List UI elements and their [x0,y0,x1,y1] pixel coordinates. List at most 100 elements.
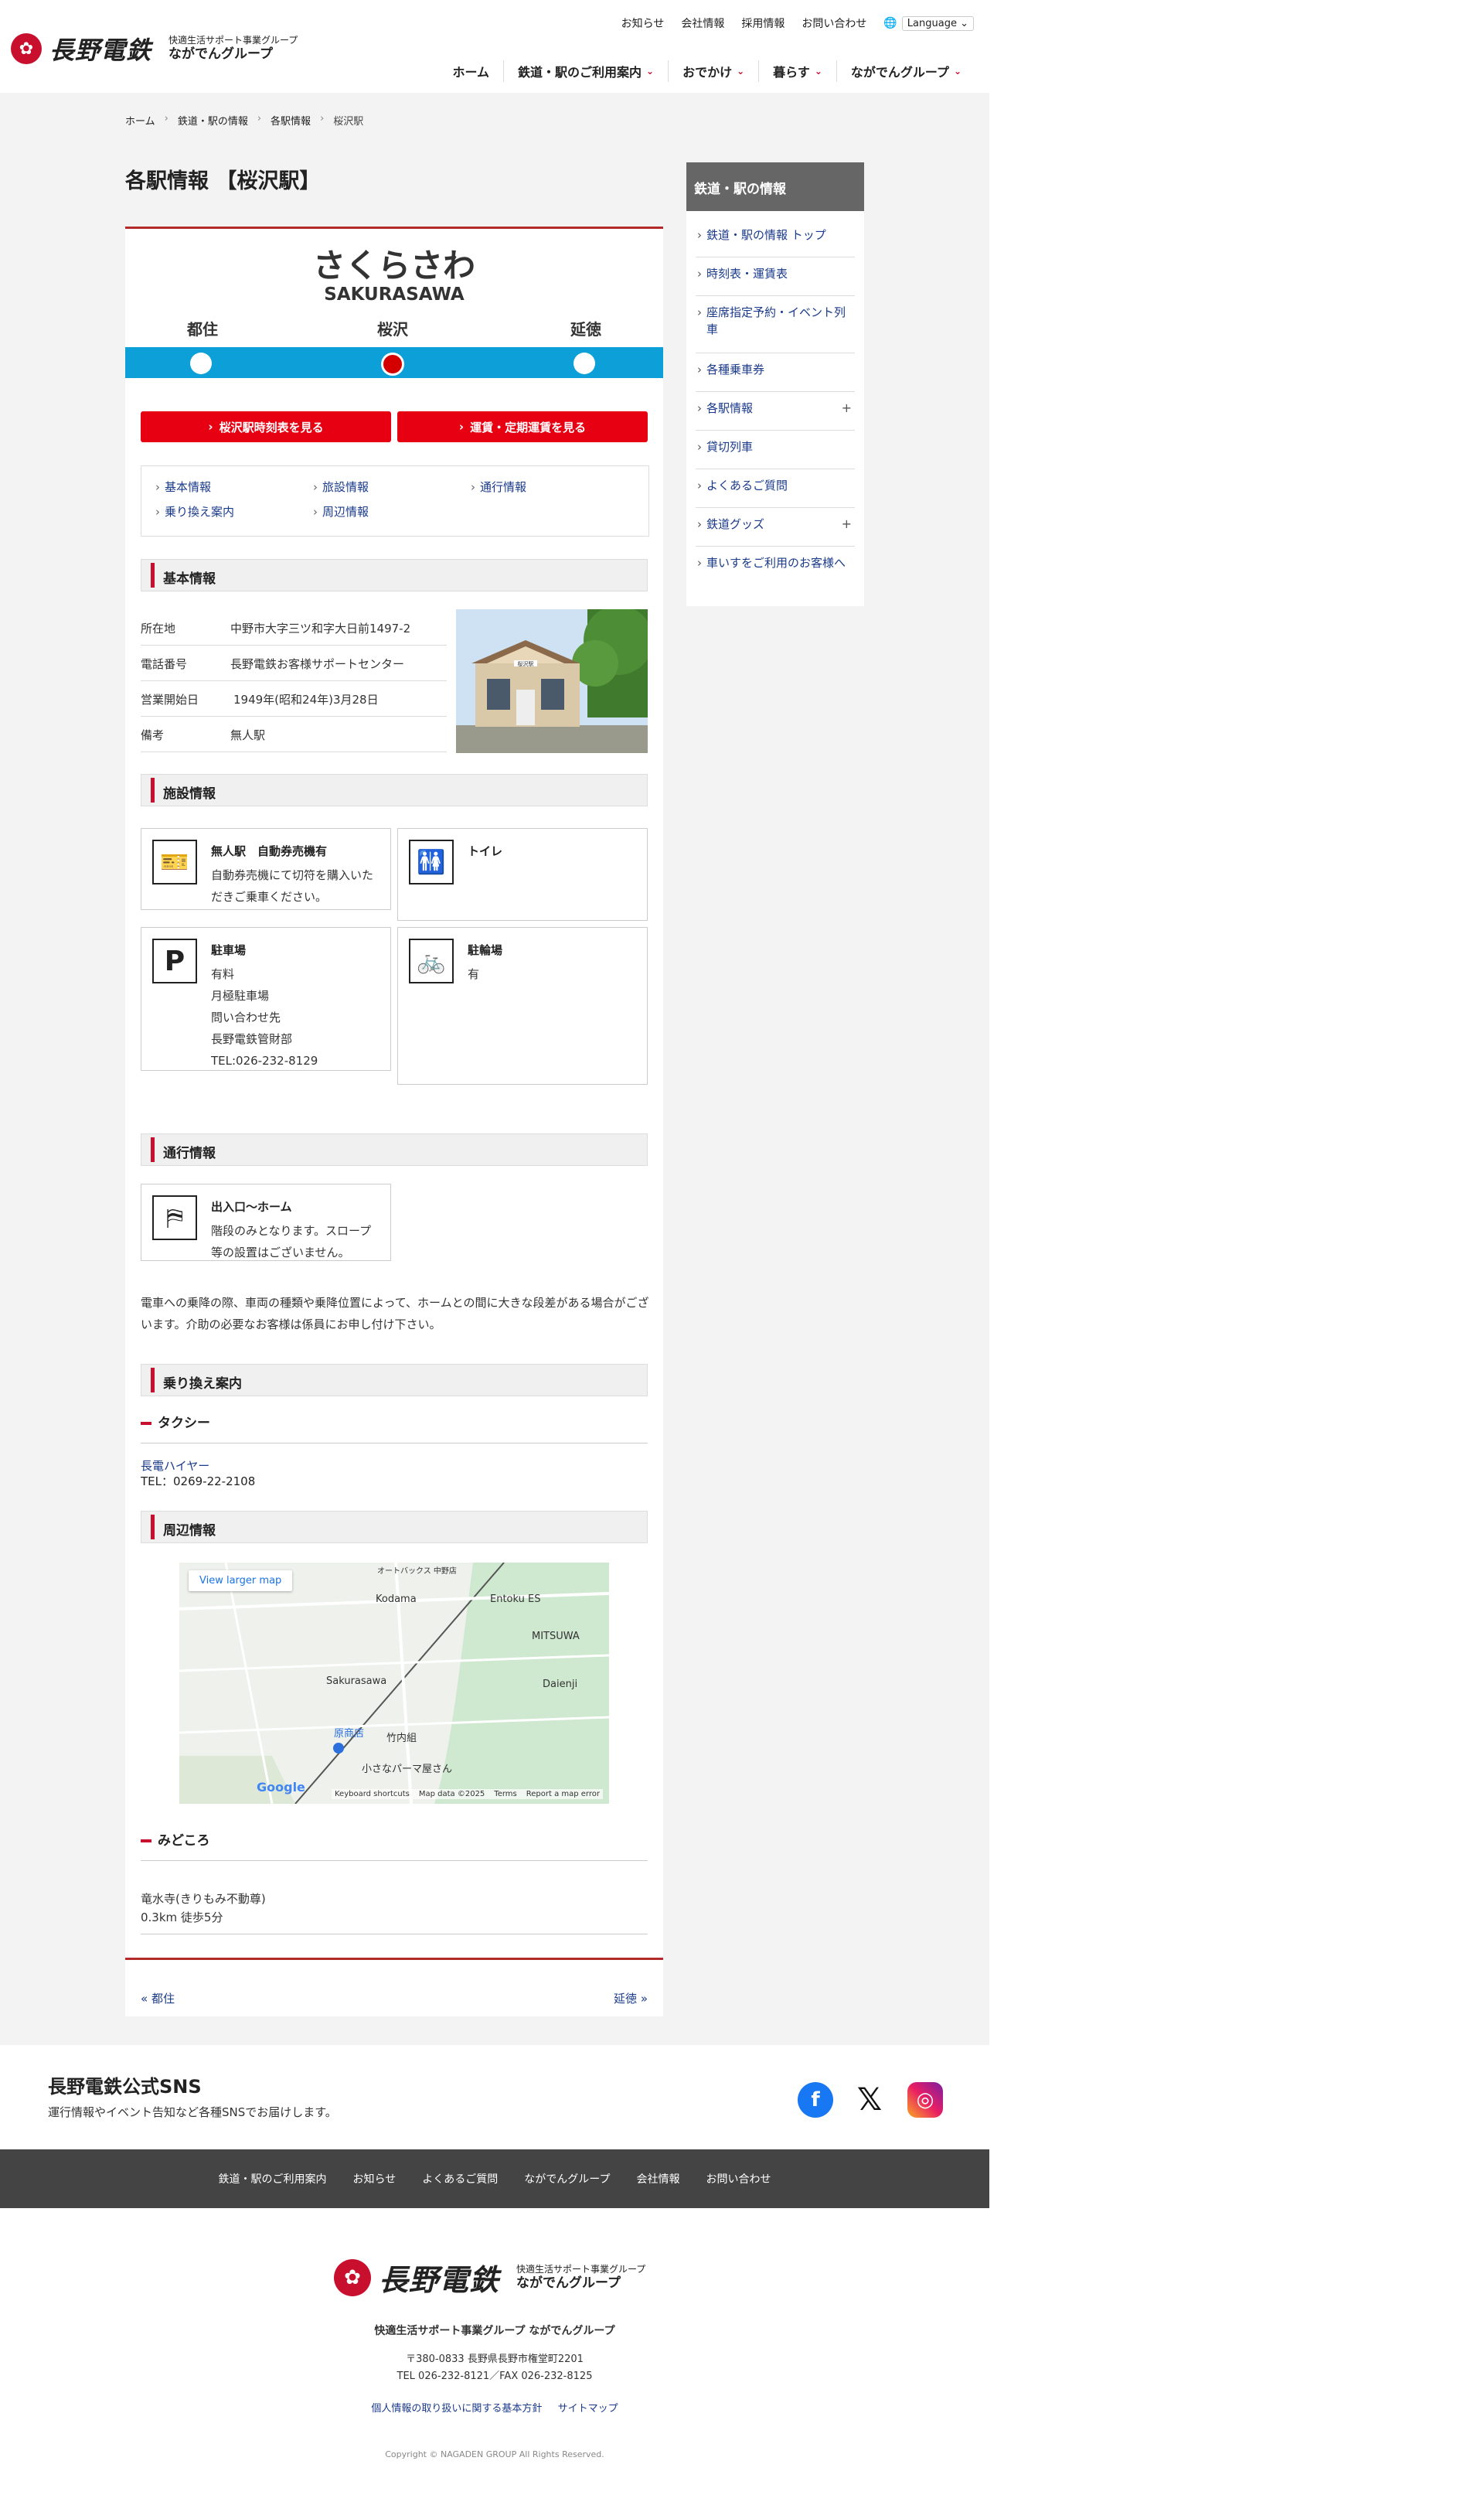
prev-station-label: 都住 [187,320,218,339]
info-key: 営業開始日 [141,693,199,707]
info-key: 電話番号 [141,657,188,671]
nav-group[interactable]: ながでんグループ ⌄ [836,60,975,82]
info-row-opened: 営業開始日 1949年(昭和24年)3月28日 [141,680,447,717]
expand-plus-icon[interactable]: + [842,516,852,533]
language-dropdown[interactable]: Language ⌄ [901,15,974,31]
chevron-down-icon: ⌄ [960,17,968,29]
breadcrumb-separator-icon: › [164,113,168,124]
section-link-nearby[interactable]: 周辺情報 [313,503,369,520]
sidebar-item-tickets[interactable]: 各種乗車券 [696,353,855,392]
util-link-company[interactable]: 会社情報 [681,15,724,31]
info-row-notes: 備考 無人駅 [141,716,447,752]
map-label: Kodama [376,1593,417,1605]
sidebar-item-top[interactable]: 鉄道・駅の情報 トップ [696,219,855,257]
section-link-facilities[interactable]: 旅設情報 [313,479,369,495]
sidebar-item-faq[interactable]: よくあるご質問 [696,469,855,508]
logo-sub-bottom: ながでんグループ [168,46,273,62]
breadcrumb-stations[interactable]: 各駅情報 [271,113,311,128]
info-row-phone: 電話番号 長野電鉄お客様サポートセンター [141,645,447,681]
sidebar-item-label: 貸切列車 [706,440,754,454]
current-station-dot [381,353,404,376]
toilet-icon: 🚻 [409,840,454,884]
nearby-heading: 周辺情報 [141,1511,648,1543]
transfer-heading-text: 乗り換え案内 [163,1376,242,1392]
breadcrumb-railway[interactable]: 鉄道・駅の情報 [178,113,248,128]
sidebar-item-reservation[interactable]: 座席指定予約・イベント列車 [696,296,855,353]
prev-station-link[interactable]: « 都住 [141,1990,175,2006]
map-terms[interactable]: Terms [494,1790,516,1798]
instagram-icon[interactable]: ◎ [907,2082,943,2118]
nav-home-label: ホーム [452,65,489,80]
sidebar-item-wheelchair[interactable]: 車いすをご利用のお客様へ [696,547,855,604]
basic-info-heading-text: 基本情報 [163,571,216,587]
fare-button[interactable]: 運賃・定期運賃を見る [397,411,648,442]
footer-link-faq[interactable]: よくあるご質問 [422,2171,498,2186]
station-name-kana: さくらさわ [312,247,475,285]
facebook-icon[interactable]: f [798,2082,833,2118]
util-link-recruit[interactable]: 採用情報 [741,15,785,31]
footer-group-name: 快適生活サポート事業グループ ながでんグループ [374,2325,615,2337]
info-key: 所在地 [141,622,176,636]
sitemap-link[interactable]: サイトマップ [558,2403,618,2415]
facilities-heading: 施設情報 [141,774,648,806]
site-logo[interactable]: ✿ 長野電鉄 快適生活サポート事業グループ ながでんグループ [11,31,298,66]
footer-address: 〒380-0833 長野県長野市権堂町2201 [406,2354,584,2365]
nav-railway[interactable]: 鉄道・駅のご利用案内 ⌄ [502,60,668,82]
footer-link-contact[interactable]: お問い合わせ [706,2171,771,2186]
section-link-basic[interactable]: 基本情報 [155,479,211,495]
phone-link[interactable]: 長野電鉄お客様サポートセンター [230,656,404,672]
map-label: MITSUWA [532,1631,580,1642]
sidebar-item-stations[interactable]: 各駅情報 + [696,392,855,431]
map-label: Sakurasawa [326,1675,387,1687]
footer-logo-subtitle: 快適生活サポート事業グループ ながでんグループ [516,2264,645,2292]
expand-plus-icon[interactable]: + [842,400,852,417]
facility-toilet: 🚻 トイレ [397,828,648,921]
x-twitter-icon[interactable]: 𝕏 [852,2082,887,2118]
chevron-down-icon: ⌄ [814,66,822,77]
basic-info-heading: 基本情報 [141,559,648,591]
nav-living[interactable]: 暮らす ⌄ [758,60,836,82]
privacy-policy-link[interactable]: 個人情報の取り扱いに関する基本方針 [371,2403,542,2415]
nav-home[interactable]: ホーム [438,60,503,82]
language-selector[interactable]: 🌐 Language ⌄ [883,15,974,31]
stairs-icon: ⛿ [152,1195,197,1240]
view-larger-map-button[interactable]: View larger map [189,1570,293,1591]
area-map[interactable]: View larger map オートバックス 中野店 Kodama Entok… [179,1563,609,1804]
footer-link-railway[interactable]: 鉄道・駅のご利用案内 [219,2171,327,2186]
map-data: Map data ©2025 [418,1790,485,1798]
facility-ticket-machine: 🎫 無人駅 自動券売機有 自動券売機にて切符を購入いただきご乗車ください。 [141,828,391,910]
info-row-address: 所在地 中野市大字三ツ和字大日前1497-2 [141,609,447,646]
footer-links: 個人情報の取り扱いに関する基本方針 サイトマップ [0,2400,989,2415]
parking-icon: P [152,939,197,983]
sidebar-item-timetable[interactable]: 時刻表・運賃表 [696,257,855,296]
breadcrumb-home[interactable]: ホーム [125,113,155,128]
taxi-company-link[interactable]: 長電ハイヤー [141,1459,209,1473]
logo-sub-top: 快適生活サポート事業グループ [516,2263,646,2275]
footer-link-group[interactable]: ながでんグループ [524,2171,610,2186]
sidebar-item-charter[interactable]: 貸切列車 [696,431,855,469]
next-station-label: 延徳 [570,320,601,339]
map-report-error[interactable]: Report a map error [526,1790,600,1798]
timetable-button[interactable]: 桜沢駅時刻表を見る [141,411,391,442]
map-label: Entoku ES [490,1593,541,1605]
util-link-contact[interactable]: お問い合わせ [802,15,866,31]
footer-logo[interactable]: ✿ 長野電鉄 快適生活サポート事業グループ ながでんグループ [334,2256,645,2299]
footer-link-company[interactable]: 会社情報 [636,2171,679,2186]
sns-title: 長野電鉄公式SNS [48,2076,202,2098]
sidebar-item-label: よくあるご質問 [706,479,788,493]
logo-sub-top: 快適生活サポート事業グループ [168,35,298,46]
section-link-transfer[interactable]: 乗り換え案内 [155,503,234,520]
section-link-access[interactable]: 通行情報 [471,479,526,495]
next-station-link[interactable]: 延徳 » [614,1990,648,2006]
access-title: 出入口〜ホーム [211,1200,292,1214]
util-link-news[interactable]: お知らせ [621,15,665,31]
map-label: Daienji [543,1679,578,1690]
map-keyboard-shortcuts[interactable]: Keyboard shortcuts [335,1790,410,1798]
sidebar-item-goods[interactable]: 鉄道グッズ + [696,508,855,547]
footer-link-news[interactable]: お知らせ [353,2171,397,2186]
breadcrumb-current: 桜沢駅 [333,116,364,128]
access-note: 電車への乗降の際、車両の種類や乗降位置によって、ホームとの間に大きな段差がある場… [141,1296,649,1331]
site-footer: ✿ 長野電鉄 快適生活サポート事業グループ ながでんグループ 快適生活サポート事… [0,2208,989,2512]
nav-outing[interactable]: おでかけ ⌄ [668,60,758,82]
station-name-romaji: SAKURASAWA [324,285,465,305]
